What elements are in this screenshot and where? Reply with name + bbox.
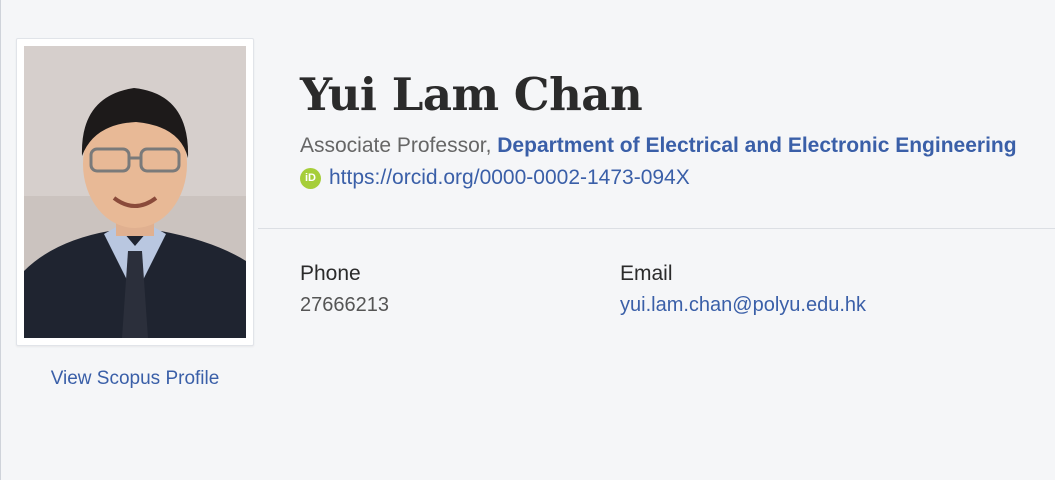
phone-value: 27666213 bbox=[300, 294, 389, 316]
profile-photo-card bbox=[16, 38, 254, 346]
phone-label: Phone bbox=[300, 262, 361, 285]
position-title: Associate Professor, bbox=[300, 134, 492, 157]
affiliation: Associate Professor, Department of Elect… bbox=[300, 134, 1017, 158]
orcid-link[interactable]: https://orcid.org/0000-0002-1473-094X bbox=[329, 166, 690, 190]
orcid-row: iD https://orcid.org/0000-0002-1473-094X bbox=[300, 166, 690, 190]
profile-name: Yui Lam Chan bbox=[300, 68, 643, 121]
profile-photo bbox=[24, 46, 246, 338]
email-label: Email bbox=[620, 262, 673, 285]
orcid-icon: iD bbox=[300, 167, 321, 189]
section-divider bbox=[258, 228, 1055, 229]
department-link[interactable]: Department of Electrical and Electronic … bbox=[497, 134, 1016, 157]
view-scopus-profile-link[interactable]: View Scopus Profile bbox=[16, 368, 254, 390]
email-link[interactable]: yui.lam.chan@polyu.edu.hk bbox=[620, 294, 866, 317]
